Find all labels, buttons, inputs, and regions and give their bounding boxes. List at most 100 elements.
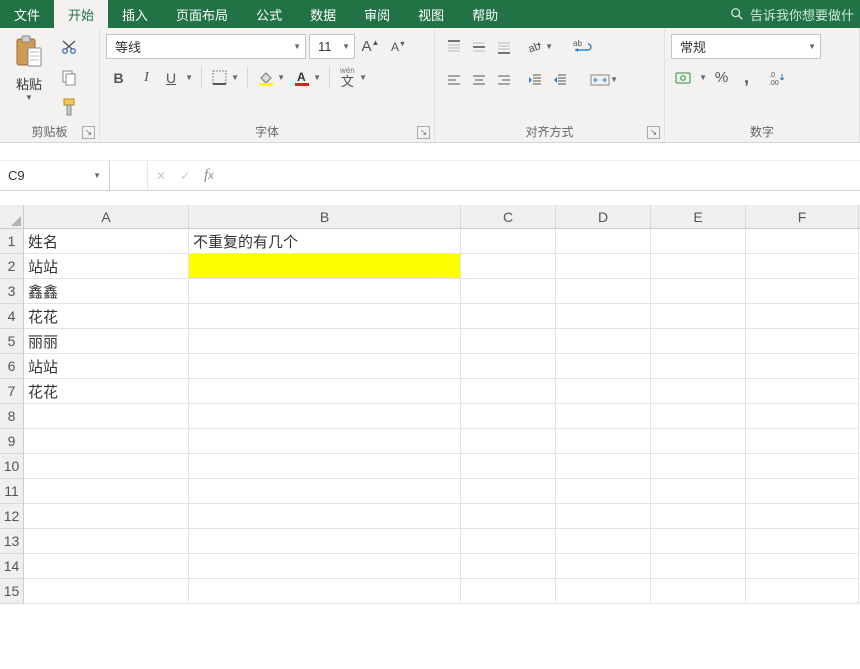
cell-A11[interactable] xyxy=(24,479,189,504)
cell-C14[interactable] xyxy=(461,554,556,579)
align-center-button[interactable] xyxy=(466,67,491,92)
cell-F8[interactable] xyxy=(746,404,859,429)
cell-E13[interactable] xyxy=(651,529,746,554)
cell-E8[interactable] xyxy=(651,404,746,429)
cell-D5[interactable] xyxy=(556,329,651,354)
cell-F1[interactable] xyxy=(746,229,859,254)
cell-A13[interactable] xyxy=(24,529,189,554)
cell-B12[interactable] xyxy=(189,504,461,529)
cell-B9[interactable] xyxy=(189,429,461,454)
cell-C9[interactable] xyxy=(461,429,556,454)
cell-A1[interactable]: 姓名 xyxy=(24,229,189,254)
row-header[interactable]: 15 xyxy=(0,579,24,604)
cell-E9[interactable] xyxy=(651,429,746,454)
row-header[interactable]: 14 xyxy=(0,554,24,579)
cell-F14[interactable] xyxy=(746,554,859,579)
column-header-e[interactable]: E xyxy=(651,205,746,228)
cell-D7[interactable] xyxy=(556,379,651,404)
column-header-c[interactable]: C xyxy=(461,205,556,228)
cell-D11[interactable] xyxy=(556,479,651,504)
cell-D6[interactable] xyxy=(556,354,651,379)
row-header[interactable]: 8 xyxy=(0,404,24,429)
cell-F15[interactable] xyxy=(746,579,859,604)
cell-D1[interactable] xyxy=(556,229,651,254)
tell-me-search[interactable]: 告诉我你想要做什 xyxy=(722,0,860,28)
row-header[interactable]: 7 xyxy=(0,379,24,404)
increase-indent-button[interactable] xyxy=(547,67,572,92)
orientation-button[interactable]: ab▼ xyxy=(522,34,555,59)
cell-E15[interactable] xyxy=(651,579,746,604)
cell-F3[interactable] xyxy=(746,279,859,304)
align-left-button[interactable] xyxy=(441,67,466,92)
cell-E1[interactable] xyxy=(651,229,746,254)
font-name-select[interactable]: 等线 ▼ xyxy=(106,34,306,59)
cell-A3[interactable]: 鑫鑫 xyxy=(24,279,189,304)
column-header-f[interactable]: F xyxy=(746,205,859,228)
row-header[interactable]: 9 xyxy=(0,429,24,454)
cell-F11[interactable] xyxy=(746,479,859,504)
decrease-indent-button[interactable] xyxy=(522,67,547,92)
wrap-text-button[interactable]: ab xyxy=(569,34,599,59)
tab-help[interactable]: 帮助 xyxy=(458,0,512,28)
formula-input[interactable] xyxy=(222,161,860,190)
cell-C11[interactable] xyxy=(461,479,556,504)
phonetic-guide-button[interactable]: wén 文 ▼ xyxy=(336,65,369,90)
cell-E5[interactable] xyxy=(651,329,746,354)
cell-F13[interactable] xyxy=(746,529,859,554)
column-header-d[interactable]: D xyxy=(556,205,651,228)
cell-D14[interactable] xyxy=(556,554,651,579)
cell-B14[interactable] xyxy=(189,554,461,579)
cancel-entry-button[interactable]: ✕ xyxy=(156,169,166,183)
cell-E4[interactable] xyxy=(651,304,746,329)
tab-review[interactable]: 审阅 xyxy=(350,0,404,28)
cell-F10[interactable] xyxy=(746,454,859,479)
font-size-select[interactable]: 11 ▼ xyxy=(309,34,355,59)
tab-formulas[interactable]: 公式 xyxy=(242,0,296,28)
cell-E11[interactable] xyxy=(651,479,746,504)
tab-page-layout[interactable]: 页面布局 xyxy=(162,0,242,28)
cell-C4[interactable] xyxy=(461,304,556,329)
alignment-dialog-launcher[interactable]: ↘ xyxy=(647,126,660,139)
cell-B5[interactable] xyxy=(189,329,461,354)
cell-C10[interactable] xyxy=(461,454,556,479)
cell-D10[interactable] xyxy=(556,454,651,479)
align-right-button[interactable] xyxy=(491,67,516,92)
cell-C5[interactable] xyxy=(461,329,556,354)
italic-button[interactable]: I xyxy=(134,65,159,90)
cell-C3[interactable] xyxy=(461,279,556,304)
fill-color-button[interactable]: ▼ xyxy=(254,65,287,90)
tab-view[interactable]: 视图 xyxy=(404,0,458,28)
insert-function-button[interactable]: fx xyxy=(204,167,214,184)
accounting-format-button[interactable]: ▼ xyxy=(671,65,709,90)
cell-F6[interactable] xyxy=(746,354,859,379)
cell-D12[interactable] xyxy=(556,504,651,529)
cut-button[interactable] xyxy=(56,34,82,60)
cell-A10[interactable] xyxy=(24,454,189,479)
cell-A2[interactable]: 站站 xyxy=(24,254,189,279)
cell-F12[interactable] xyxy=(746,504,859,529)
cell-B2[interactable] xyxy=(189,254,461,279)
cell-F9[interactable] xyxy=(746,429,859,454)
cell-B10[interactable] xyxy=(189,454,461,479)
cell-C2[interactable] xyxy=(461,254,556,279)
cell-B1[interactable]: 不重复的有几个 xyxy=(189,229,461,254)
cell-C8[interactable] xyxy=(461,404,556,429)
cell-B11[interactable] xyxy=(189,479,461,504)
align-top-button[interactable] xyxy=(441,34,466,59)
cell-D2[interactable] xyxy=(556,254,651,279)
format-painter-button[interactable] xyxy=(56,94,82,120)
row-header[interactable]: 13 xyxy=(0,529,24,554)
cell-E2[interactable] xyxy=(651,254,746,279)
row-header[interactable]: 10 xyxy=(0,454,24,479)
row-header[interactable]: 2 xyxy=(0,254,24,279)
align-bottom-button[interactable] xyxy=(491,34,516,59)
row-header[interactable]: 11 xyxy=(0,479,24,504)
font-dialog-launcher[interactable]: ↘ xyxy=(417,126,430,139)
cell-B7[interactable] xyxy=(189,379,461,404)
number-format-select[interactable]: 常规 ▼ xyxy=(671,34,821,59)
tab-data[interactable]: 数据 xyxy=(296,0,350,28)
cell-F7[interactable] xyxy=(746,379,859,404)
cell-C7[interactable] xyxy=(461,379,556,404)
cell-C15[interactable] xyxy=(461,579,556,604)
cell-A5[interactable]: 丽丽 xyxy=(24,329,189,354)
